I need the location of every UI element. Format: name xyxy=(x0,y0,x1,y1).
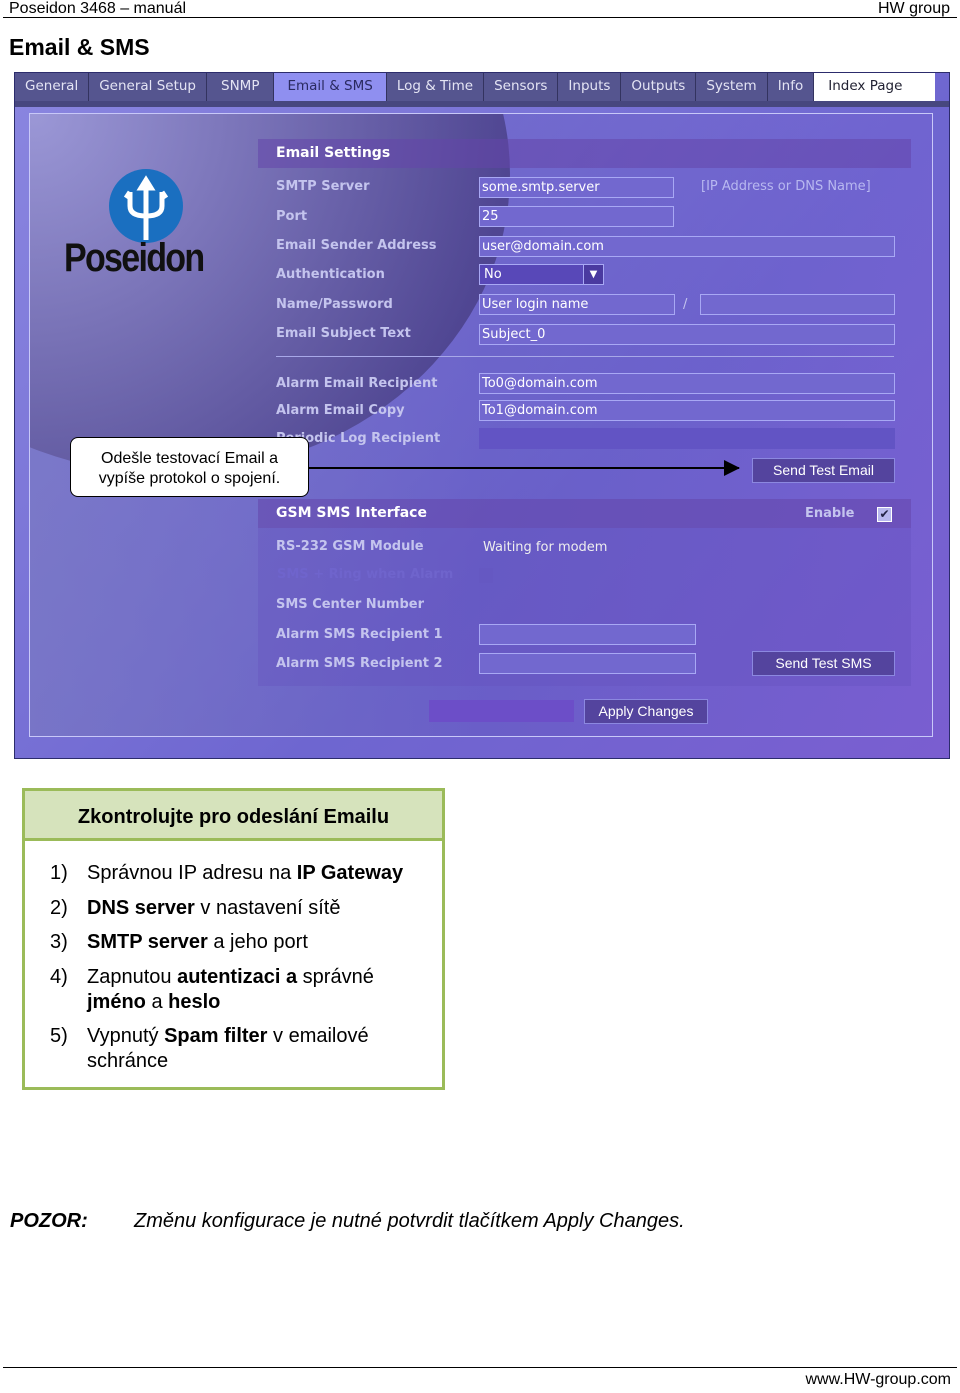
apply-placeholder xyxy=(429,700,574,722)
port-input[interactable]: 25 xyxy=(479,206,674,227)
email-settings-header: Email Settings xyxy=(258,139,911,168)
header-divider xyxy=(3,17,957,18)
slash: / xyxy=(683,297,688,312)
module-label: RS-232 GSM Module xyxy=(276,539,424,554)
tab-log-time[interactable]: Log & Time xyxy=(386,73,485,101)
enable-label: Enable xyxy=(805,506,855,521)
sender-label: Email Sender Address xyxy=(276,238,437,253)
footer-url: www.HW-group.com xyxy=(805,1371,951,1388)
tab-bar: General General Setup SNMP Email & SMS L… xyxy=(15,73,935,101)
sms-recipient-2-input[interactable] xyxy=(479,653,696,674)
note-label: POZOR: xyxy=(10,1210,88,1232)
web-ui-screenshot: General General Setup SNMP Email & SMS L… xyxy=(14,72,950,759)
callout-arrow xyxy=(309,467,739,469)
module-status: Waiting for modem xyxy=(483,540,608,555)
send-test-sms-button[interactable]: Send Test SMS xyxy=(752,651,895,676)
auth-select[interactable]: No ▼ xyxy=(479,264,604,285)
sms-title: GSM SMS Interface xyxy=(276,505,427,521)
footer-divider xyxy=(3,1367,957,1368)
ring-label: SMS + Ring when Alarm xyxy=(277,567,454,582)
port-label: Port xyxy=(276,209,308,224)
tab-underline xyxy=(15,101,949,107)
subject-label: Email Subject Text xyxy=(276,326,411,341)
r2-label: Alarm SMS Recipient 2 xyxy=(276,656,443,671)
tab-general-setup[interactable]: General Setup xyxy=(89,73,207,101)
smtp-label: SMTP Server xyxy=(276,179,370,194)
username-input[interactable]: User login name xyxy=(479,294,675,315)
tab-general[interactable]: General xyxy=(15,73,90,101)
copy-input[interactable]: To1@domain.com xyxy=(479,400,895,421)
callout-line-2: vypíše protokol o spojení. xyxy=(98,470,281,487)
recipient-label: Alarm Email Recipient xyxy=(276,376,438,391)
doc-header-left: Poseidon 3468 – manuál xyxy=(9,0,187,17)
tab-sensors[interactable]: Sensors xyxy=(484,73,559,101)
apply-changes-button[interactable]: Apply Changes xyxy=(584,699,708,724)
log-input[interactable] xyxy=(479,428,895,449)
sms-recipient-1-input[interactable] xyxy=(479,624,696,645)
ring-checkbox[interactable] xyxy=(479,568,493,583)
tab-outputs[interactable]: Outputs xyxy=(621,73,697,101)
callout-line-1: Odešle testovací Email a xyxy=(101,450,278,467)
callout: Odešle testovací Email a vypíše protokol … xyxy=(70,437,309,497)
page-title: Email & SMS xyxy=(9,34,150,60)
enable-checkbox[interactable]: ✔ xyxy=(877,507,892,522)
tab-inputs[interactable]: Inputs xyxy=(558,73,622,101)
trident-icon xyxy=(109,169,183,243)
auth-value: No xyxy=(484,267,502,282)
tab-snmp[interactable]: SNMP xyxy=(207,73,275,101)
auth-label: Authentication xyxy=(276,267,385,282)
chevron-down-icon: ▼ xyxy=(583,265,603,284)
r1-label: Alarm SMS Recipient 1 xyxy=(276,627,443,642)
subject-input[interactable]: Subject_0 xyxy=(479,324,895,345)
arrowhead-icon xyxy=(724,460,740,476)
index-page-link[interactable]: Index Page xyxy=(814,73,913,101)
poseidon-logo: Poseidon xyxy=(64,236,205,280)
tab-email-sms[interactable]: Email & SMS xyxy=(274,73,387,101)
password-input[interactable] xyxy=(700,294,895,315)
divider xyxy=(276,356,894,357)
center-label: SMS Center Number xyxy=(276,597,424,612)
checklist-title: Zkontrolujte pro odeslání Emailu xyxy=(25,791,442,841)
sender-input[interactable]: user@domain.com xyxy=(479,236,895,257)
checklist-box: Zkontrolujte pro odeslání Emailu 1) Správ… xyxy=(22,788,445,1090)
smtp-server-input[interactable]: some.smtp.server xyxy=(479,177,674,198)
tab-info[interactable]: Info xyxy=(767,73,815,101)
doc-header-right: HW group xyxy=(877,0,950,17)
note-text: Změnu konfigurace je nutné potvrdit tlač… xyxy=(134,1210,685,1232)
copy-label: Alarm Email Copy xyxy=(276,403,405,418)
smtp-hint: [IP Address or DNS Name] xyxy=(701,179,871,194)
send-test-email-button[interactable]: Send Test Email xyxy=(752,458,895,483)
recipient-input[interactable]: To0@domain.com xyxy=(479,373,895,394)
tab-system[interactable]: System xyxy=(696,73,768,101)
name-password-label: Name/Password xyxy=(276,297,393,312)
